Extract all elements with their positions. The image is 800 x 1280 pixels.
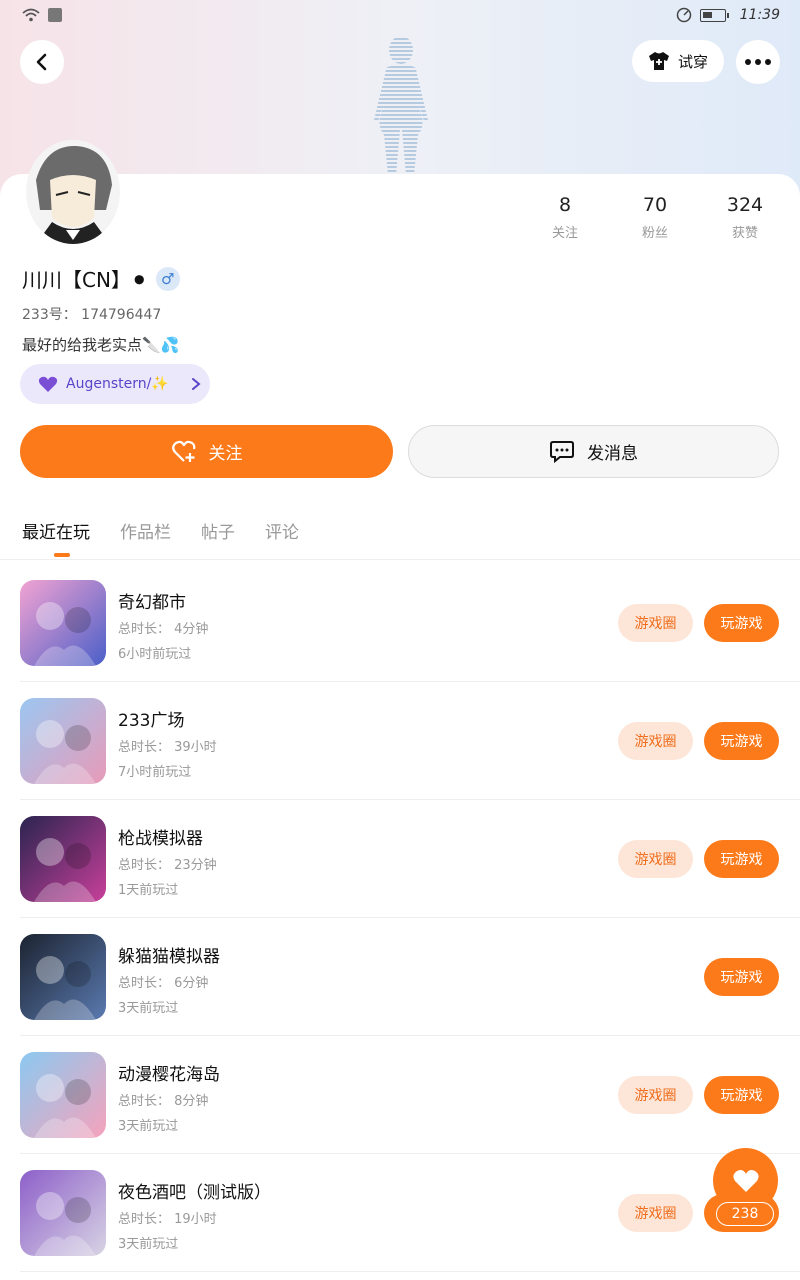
game-icon[interactable] [20,1170,106,1256]
stat-followers[interactable]: 70 粉丝 [610,194,700,241]
heart-icon [732,1169,759,1192]
purple-heart-icon [38,376,58,392]
tshirt-icon [648,52,669,70]
play-game-button[interactable]: 玩游戏 [704,958,779,996]
profile-stats: 8 关注 70 粉丝 324 获赞 [520,194,790,241]
game-total-playtime: 总时长： 39小时 [118,740,217,755]
tab-works[interactable]: 作品栏 [120,518,171,555]
game-icon[interactable] [20,816,106,902]
game-circle-button[interactable]: 游戏圈 [618,722,693,760]
user-bio: 最好的给我老实点🔪💦 [22,336,180,354]
play-game-button[interactable]: 玩游戏 [704,604,779,642]
follow-label: 关注 [208,444,243,464]
tab-comments[interactable]: 评论 [265,518,299,555]
stat-label: 粉丝 [641,226,668,241]
like-count-badge: 238 [716,1202,774,1226]
name-row: 川川【CN】⚫ ♂ [22,264,180,293]
tab-divider [0,559,800,560]
game-circle-button[interactable]: 游戏圈 [618,1076,693,1114]
game-title: 枪战模拟器 [118,829,203,849]
game-total-playtime: 总时长： 8分钟 [118,1094,209,1109]
game-last-played: 7小时前玩过 [118,765,192,780]
game-list-item[interactable]: 躲猫猫模拟器 总时长： 6分钟 3天前玩过 玩游戏 [20,918,800,1036]
game-last-played: 1天前玩过 [118,883,179,898]
game-total-playtime: 总时长： 6分钟 [118,976,209,991]
tab-posts[interactable]: 帖子 [201,518,235,555]
heart-plus-icon [171,440,195,462]
follow-button[interactable]: 关注 [20,425,393,478]
tab-recently-played[interactable]: 最近在玩 [22,518,90,557]
profile-tabs: 最近在玩 作品栏 帖子 评论 [22,518,299,557]
stat-label: 获赞 [731,226,758,241]
avatar[interactable] [26,140,120,244]
game-title: 躲猫猫模拟器 [118,947,220,967]
stat-label: 关注 [551,226,578,241]
game-circle-button[interactable]: 游戏圈 [618,1194,693,1232]
send-message-button[interactable]: 发消息 [408,425,779,478]
game-total-playtime: 总时长： 19小时 [118,1212,217,1227]
game-last-played: 3天前玩过 [118,1119,179,1134]
chat-bubble-icon [550,440,574,463]
game-circle-button[interactable]: 游戏圈 [618,840,693,878]
game-last-played: 3天前玩过 [118,1001,179,1016]
game-total-playtime: 总时长： 23分钟 [118,858,217,873]
play-game-button[interactable]: 玩游戏 [704,722,779,760]
status-bar: 11:39 [0,0,800,34]
more-dots-icon [745,59,771,65]
battery-icon [699,8,729,22]
game-title: 动漫樱花海岛 [118,1065,220,1085]
stat-likes[interactable]: 324 获赞 [700,194,790,241]
game-last-played: 6小时前玩过 [118,647,192,662]
game-last-played: 3天前玩过 [118,1237,179,1252]
play-game-button[interactable]: 玩游戏 [704,1076,779,1114]
game-icon[interactable] [20,698,106,784]
message-label: 发消息 [587,444,638,464]
stat-value: 324 [726,194,764,216]
chevron-left-icon [36,53,47,71]
group-chip[interactable]: Augenstern/✨ [20,364,210,404]
recent-games-list: 奇幻都市 总时长： 4分钟 6小时前玩过 游戏圈 玩游戏 233广场 总时长： … [0,564,800,1272]
app-notification-icon [48,8,62,22]
wifi-icon [22,8,40,22]
game-total-playtime: 总时长： 4分钟 [118,622,209,637]
status-time: 11:39 [739,7,780,23]
stat-value: 8 [558,194,572,216]
game-list-item[interactable]: 奇幻都市 总时长： 4分钟 6小时前玩过 游戏圈 玩游戏 [20,564,800,682]
more-button[interactable] [736,40,780,84]
game-title: 233广场 [118,711,185,731]
game-list-item[interactable]: 动漫樱花海岛 总时长： 8分钟 3天前玩过 游戏圈 玩游戏 [20,1036,800,1154]
game-title: 夜色酒吧（测试版） [118,1183,271,1203]
play-game-button[interactable]: 玩游戏 [704,840,779,878]
game-circle-button[interactable]: 游戏圈 [618,604,693,642]
user-id[interactable]: 233号： 174796447 [22,304,161,324]
try-on-label: 试穿 [677,52,708,71]
speed-icon [676,7,691,23]
game-icon[interactable] [20,934,106,1020]
stat-value: 70 [642,194,668,216]
game-icon[interactable] [20,580,106,666]
username: 川川【CN】⚫ [22,268,148,292]
game-icon[interactable] [20,1052,106,1138]
group-name: Augenstern/✨ [66,376,169,392]
stat-following[interactable]: 8 关注 [520,194,610,241]
avatar-3d-figure[interactable] [356,30,446,180]
chevron-right-icon [191,378,201,390]
male-gender-icon: ♂ [155,266,180,291]
game-title: 奇幻都市 [118,593,186,613]
game-list-item[interactable]: 233广场 总时长： 39小时 7小时前玩过 游戏圈 玩游戏 [20,682,800,800]
game-list-item[interactable]: 夜色酒吧（测试版） 总时长： 19小时 3天前玩过 游戏圈 玩游戏 [20,1154,800,1272]
back-button[interactable] [20,40,64,84]
game-list-item[interactable]: 枪战模拟器 总时长： 23分钟 1天前玩过 游戏圈 玩游戏 [20,800,800,918]
try-on-button[interactable]: 试穿 [632,40,724,82]
